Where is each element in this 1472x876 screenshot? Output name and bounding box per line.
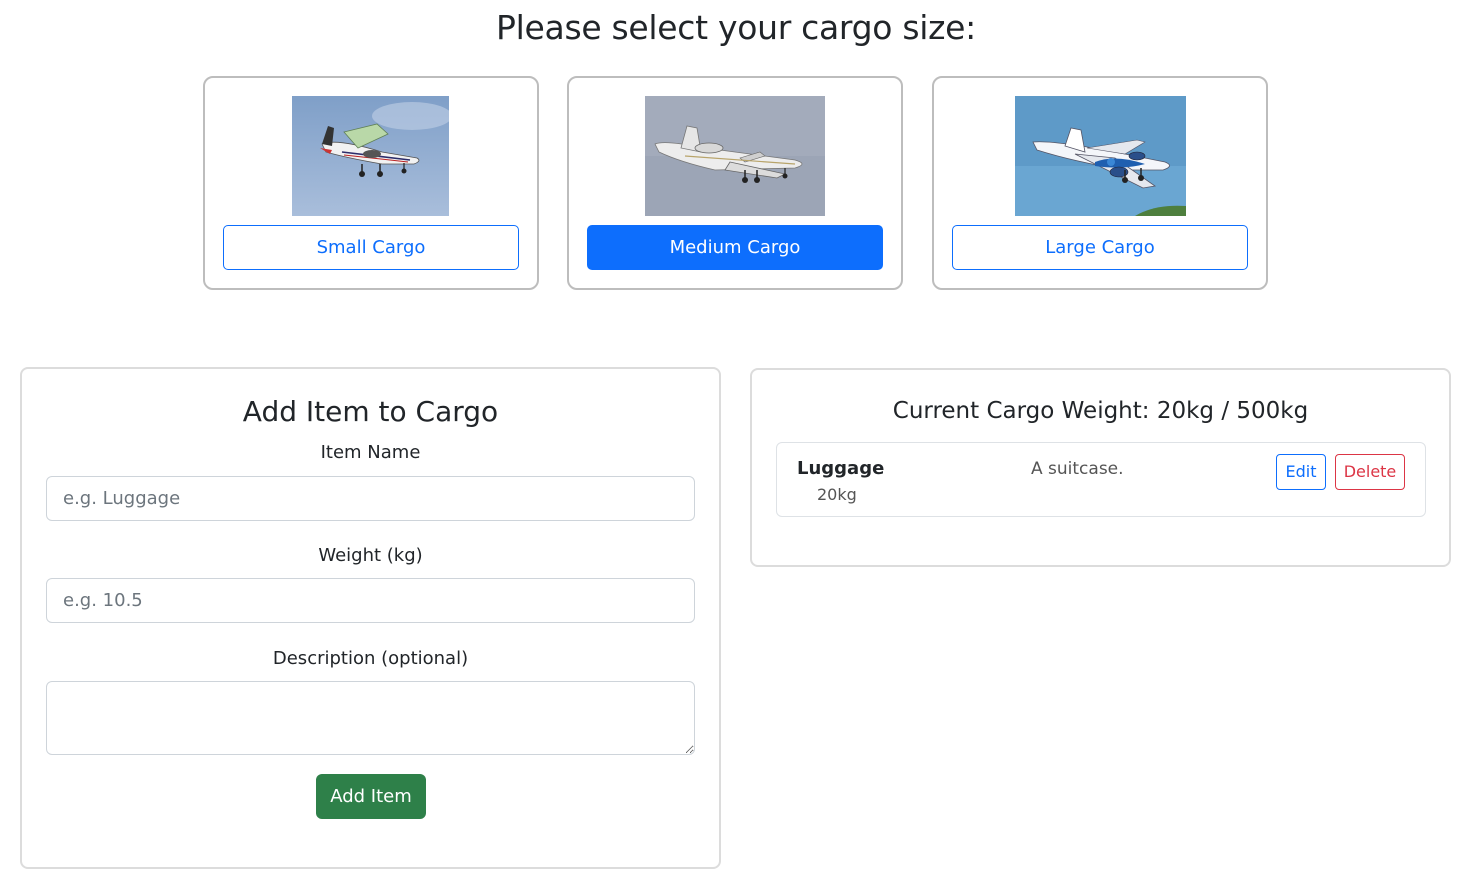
- delete-item-button[interactable]: Delete: [1335, 454, 1405, 490]
- cargo-item: Luggage 20kg A suitcase. Edit Delete: [776, 442, 1426, 517]
- page-title: Please select your cargo size:: [496, 8, 976, 47]
- cargo-weight-panel: Current Cargo Weight: 20kg / 500kg Lugga…: [750, 368, 1451, 567]
- large-cargo-button[interactable]: Large Cargo: [952, 225, 1248, 270]
- description-label: Description (optional): [272, 648, 469, 669]
- cargo-item-description: A suitcase.: [1031, 459, 1124, 479]
- cargo-item-name: Luggage: [797, 458, 885, 479]
- cargo-weight-title: Current Cargo Weight: 20kg / 500kg: [892, 398, 1309, 424]
- medium-cargo-button[interactable]: Medium Cargo: [587, 225, 883, 270]
- add-item-button[interactable]: Add Item: [316, 774, 426, 819]
- cargo-item-weight: 20kg: [817, 485, 857, 504]
- cargo-option-small: Small Cargo: [203, 76, 539, 290]
- add-item-panel: Add Item to Cargo Item Name Weight (kg) …: [20, 367, 721, 869]
- small-cargo-plane-image: [292, 96, 449, 216]
- cargo-option-medium: Medium Cargo: [567, 76, 903, 290]
- weight-input[interactable]: [46, 578, 695, 623]
- weight-label: Weight (kg): [318, 545, 423, 566]
- cargo-option-large: Large Cargo: [932, 76, 1268, 290]
- medium-cargo-plane-image: [645, 96, 825, 216]
- add-item-title: Add Item to Cargo: [242, 395, 499, 428]
- description-textarea[interactable]: [46, 681, 695, 755]
- item-name-label: Item Name: [320, 442, 421, 463]
- small-cargo-button[interactable]: Small Cargo: [223, 225, 519, 270]
- item-name-input[interactable]: [46, 476, 695, 521]
- edit-item-button[interactable]: Edit: [1276, 454, 1326, 490]
- large-cargo-plane-image: [1015, 96, 1186, 216]
